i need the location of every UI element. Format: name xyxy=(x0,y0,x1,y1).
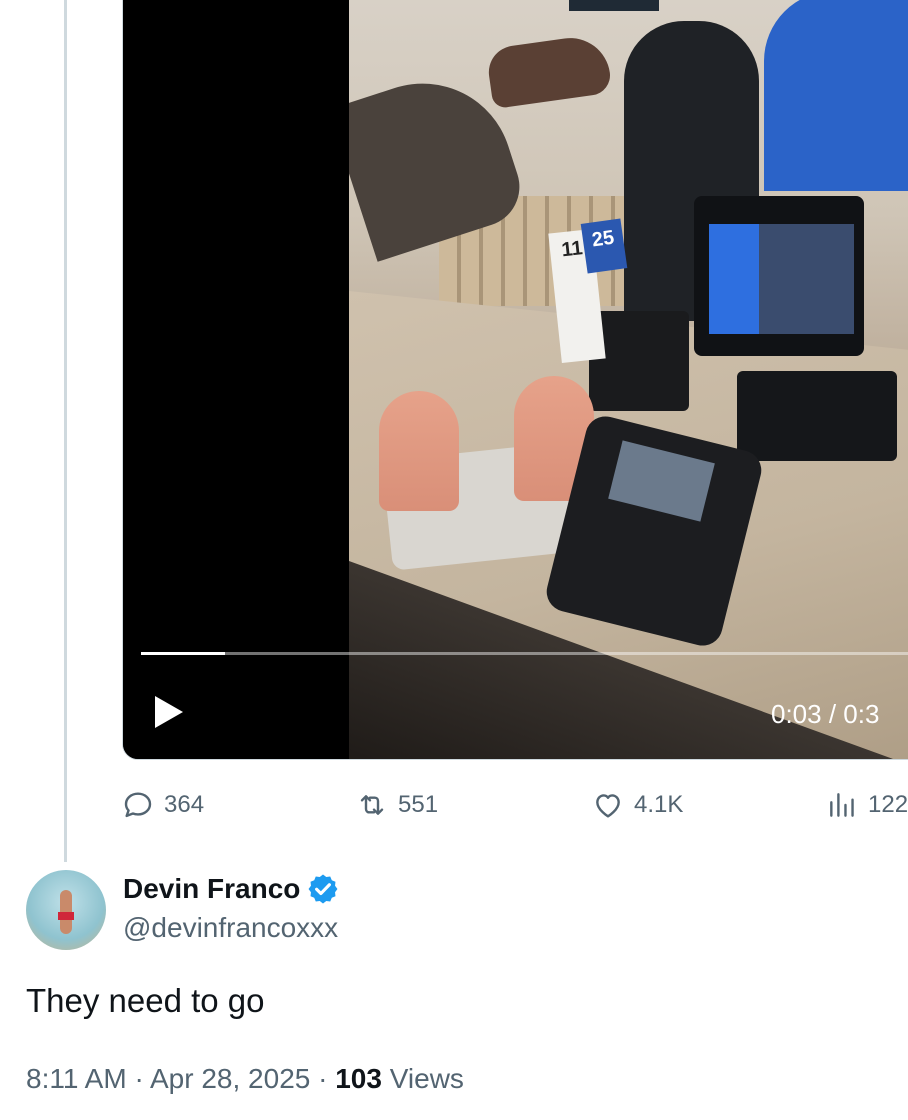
video-frame[interactable]: 11 25 xyxy=(349,0,908,759)
tweet-meta: 8:11 AM · Apr 28, 2025 · 103 Views xyxy=(26,1063,464,1095)
video-progress-bar[interactable] xyxy=(141,652,908,655)
tweet-views-label: Views xyxy=(389,1063,464,1094)
video-scene-pos-screen-image xyxy=(759,224,854,334)
play-button[interactable] xyxy=(147,692,187,732)
repost-button[interactable]: 551 xyxy=(356,783,438,827)
like-count: 4.1K xyxy=(634,791,684,818)
thread-line xyxy=(64,0,67,862)
avatar[interactable] xyxy=(26,870,106,950)
video-scene-employee xyxy=(764,0,908,191)
video-scene-cup xyxy=(379,391,459,511)
heart-icon xyxy=(596,794,620,818)
repost-icon xyxy=(360,795,384,815)
like-button[interactable]: 4.1K xyxy=(592,783,683,827)
video-scene-sign-25: 25 xyxy=(580,218,628,274)
video-scene-hand xyxy=(485,32,613,110)
tweet-action-bar: 364 551 4.1K 122 xyxy=(0,783,908,827)
video-time-readout: 0:03 / 0:3 xyxy=(771,699,880,729)
avatar-figure-detail xyxy=(58,912,74,920)
views-icon xyxy=(830,793,854,817)
repost-count: 551 xyxy=(398,791,439,818)
meta-separator: · xyxy=(134,1063,144,1094)
views-count-action: 122 xyxy=(868,791,908,818)
video-scene-monitor-stand xyxy=(737,371,897,461)
tweet-date: Apr 28, 2025 xyxy=(150,1063,311,1094)
author-handle[interactable]: @devinfrancoxxx xyxy=(123,912,338,944)
play-icon xyxy=(155,696,183,728)
meta-separator: · xyxy=(318,1063,328,1094)
reply-button[interactable]: 364 xyxy=(122,783,204,827)
tweet-time-link[interactable]: 8:11 AM · Apr 28, 2025 xyxy=(26,1063,310,1094)
video-scene-printer xyxy=(589,311,689,411)
views-button[interactable]: 122 xyxy=(826,783,908,827)
author-display-name-link[interactable]: Devin Franco xyxy=(123,872,340,906)
video-player[interactable]: 11 25 0:03 / 0:3 xyxy=(122,0,908,760)
reply-count: 364 xyxy=(164,791,205,818)
verified-badge-icon xyxy=(308,874,338,904)
video-letterbox xyxy=(123,0,349,759)
tweet-text: They need to go xyxy=(26,982,265,1019)
tweet-time: 8:11 AM xyxy=(26,1063,127,1094)
video-progress-fill xyxy=(141,652,226,655)
video-scene-tv xyxy=(569,0,659,11)
reply-icon xyxy=(124,792,152,818)
author-display-name: Devin Franco xyxy=(123,873,301,904)
tweet-views-count: 103 xyxy=(335,1063,382,1094)
